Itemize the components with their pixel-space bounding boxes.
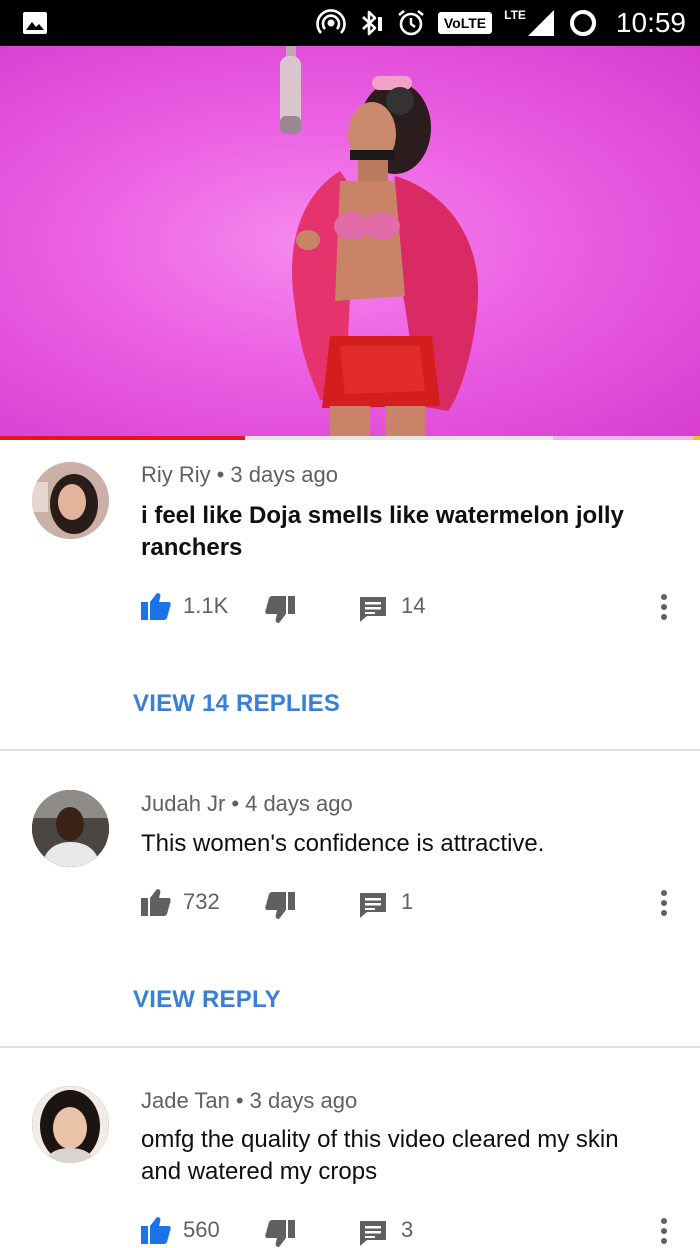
video-player[interactable] [0, 46, 700, 440]
like-count: 732 [183, 889, 220, 914]
comment-text: This women's confidence is attractive. [141, 830, 545, 857]
comment-actions: 732 1 [141, 888, 681, 920]
comment-actions: 560 3 [141, 1216, 681, 1248]
avatar[interactable] [32, 1086, 109, 1163]
reply-icon[interactable] [359, 892, 387, 918]
reply-icon[interactable] [359, 1220, 387, 1246]
comment-text: omfg the quality of this video cleared m… [141, 1126, 619, 1185]
avatar[interactable] [32, 790, 109, 867]
dislike-icon[interactable] [265, 596, 295, 624]
clock: 10:59 [615, 7, 686, 38]
view-replies-link[interactable]: VIEW 14 REPLIES [133, 690, 340, 718]
meta-separator: • [216, 462, 225, 487]
more-options-icon[interactable] [657, 1216, 671, 1246]
reply-icon[interactable] [359, 596, 387, 622]
lte-label: LTE [504, 8, 526, 22]
gallery-icon [23, 12, 47, 34]
status-bar: VoLTE LTE 10:59 [0, 0, 700, 46]
avatar[interactable] [32, 462, 109, 539]
comment-meta: Jade Tan • 3 days ago [141, 1088, 357, 1114]
meta-separator: • [231, 791, 240, 816]
comment-time: 4 days ago [245, 791, 353, 816]
more-options-icon[interactable] [657, 888, 671, 918]
reply-count: 1 [401, 889, 414, 914]
comment-actions: 1.1K 14 [141, 592, 681, 624]
comment-author[interactable]: Riy Riy [141, 462, 211, 487]
reply-count: 3 [401, 1217, 414, 1242]
comment-item: Riy Riy • 3 days ago i feel like Doja smel… [0, 440, 700, 750]
more-options-icon[interactable] [657, 592, 671, 622]
like-icon[interactable] [141, 592, 171, 620]
comment-meta: Riy Riy • 3 days ago [141, 462, 338, 488]
comment-author[interactable]: Jade Tan [141, 1088, 230, 1113]
comment-time: 3 days ago [249, 1088, 358, 1113]
alarm-icon [398, 9, 424, 36]
hotspot-icon [316, 9, 346, 34]
comment-item: Jade Tan • 3 days ago omfg the quality of … [0, 1048, 700, 1247]
video-frame-image [280, 46, 479, 440]
meta-separator: • [235, 1088, 244, 1113]
view-reply-link[interactable]: VIEW REPLY [133, 986, 281, 1014]
comment-time: 3 days ago [230, 462, 339, 487]
signal-icon [527, 10, 554, 36]
volte-icon: VoLTE [437, 12, 493, 34]
like-icon[interactable] [141, 888, 171, 916]
comment-text: i feel like Doja smells like watermelon … [141, 502, 624, 561]
comment-author[interactable]: Judah Jr [141, 791, 225, 816]
like-count: 1.1K [183, 593, 229, 618]
bluetooth-icon [361, 10, 382, 36]
like-count: 560 [183, 1217, 220, 1242]
comment-item: Judah Jr • 4 days ago This women's confide… [0, 751, 700, 1047]
dislike-icon[interactable] [265, 892, 295, 920]
comment-meta: Judah Jr • 4 days ago [141, 791, 353, 817]
like-icon[interactable] [141, 1216, 171, 1244]
reply-count: 14 [401, 593, 426, 618]
battery-icon [569, 10, 596, 36]
